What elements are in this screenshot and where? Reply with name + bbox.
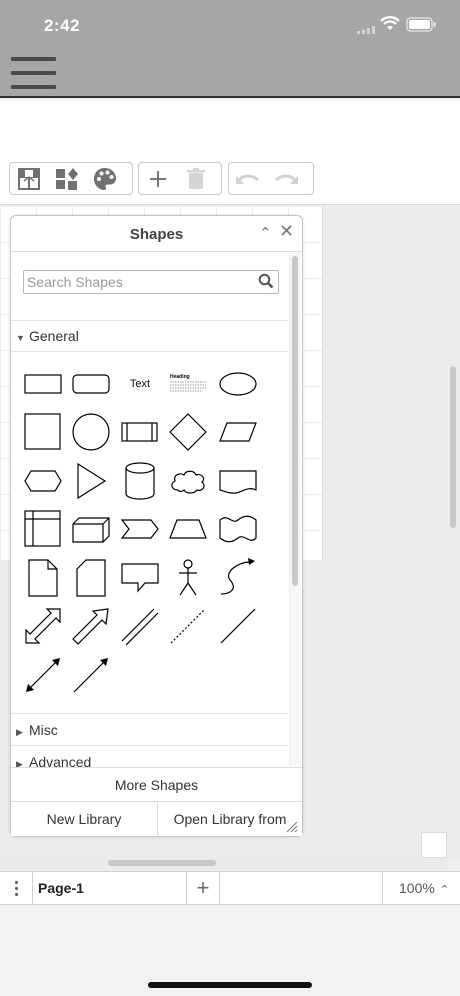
resize-handle-icon[interactable] [285, 820, 298, 833]
delete-button[interactable] [177, 163, 215, 194]
arrow-shape[interactable] [69, 604, 113, 648]
double-line-shape[interactable] [118, 604, 162, 648]
wifi-icon [380, 16, 400, 30]
page-bar: Page-1 + 100% ⌃ [0, 871, 460, 905]
directional-connector-shape[interactable] [69, 653, 113, 697]
collapsed-triangle-icon: ▶ [16, 727, 23, 737]
circle-shape[interactable] [69, 410, 113, 454]
process-shape[interactable] [118, 410, 162, 454]
shapes-button[interactable] [48, 163, 86, 194]
triangle-shape[interactable] [69, 459, 113, 503]
svg-text:Heading: Heading [170, 374, 190, 380]
vertical-scrollbar[interactable] [450, 366, 456, 528]
cellular-signal-icon [357, 26, 375, 34]
shapes-panel: Shapes ⌃ ✕ ▼General Text Heading [10, 215, 303, 837]
battery-icon [406, 17, 436, 32]
more-shapes-button[interactable]: More Shapes [11, 767, 302, 801]
actor-shape[interactable] [166, 556, 210, 600]
close-icon[interactable]: ✕ [279, 221, 294, 242]
zoom-value: 100% [399, 880, 435, 896]
table-shape[interactable] [21, 507, 65, 551]
square-shape[interactable] [21, 410, 65, 454]
new-library-button[interactable]: New Library [11, 801, 158, 836]
card-shape[interactable] [69, 556, 113, 600]
undo-icon [236, 174, 259, 184]
trash-icon [187, 167, 205, 189]
scroll-corner [421, 832, 447, 858]
open-library-button[interactable]: Open Library from [158, 801, 302, 836]
rounded-rectangle-shape[interactable] [69, 362, 113, 406]
line-shape[interactable] [216, 604, 260, 648]
horizontal-scrollbar[interactable] [108, 860, 216, 866]
textbox-shape[interactable]: Heading [166, 362, 210, 406]
shapes-icon [56, 167, 78, 190]
bidirectional-connector-shape[interactable] [21, 653, 65, 697]
palette-button[interactable] [86, 163, 124, 194]
diamond-shape[interactable] [166, 410, 210, 454]
document-shape[interactable] [216, 459, 260, 503]
format-button[interactable] [10, 163, 48, 194]
callout-shape[interactable] [118, 556, 162, 600]
format-icon [18, 167, 40, 190]
add-page-button[interactable]: + [187, 872, 220, 904]
collapse-icon[interactable]: ⌃ [259, 224, 272, 242]
curve-arrow-shape[interactable] [216, 556, 260, 600]
horizontal-scroll-track [0, 858, 448, 870]
add-button[interactable] [139, 163, 177, 194]
redo-icon [275, 174, 298, 184]
hexagon-shape[interactable] [21, 459, 65, 503]
section-misc[interactable]: ▶ Misc [16, 722, 58, 738]
parallelogram-shape[interactable] [216, 410, 260, 454]
palette-icon [94, 167, 116, 190]
cloud-shape[interactable] [166, 459, 210, 503]
rectangle-shape[interactable] [21, 362, 65, 406]
tape-shape[interactable] [216, 507, 260, 551]
expanded-triangle-icon: ▼ [16, 333, 25, 343]
chevron-up-icon: ⌃ [439, 884, 450, 896]
status-time: 2:42 [44, 16, 81, 35]
zoom-control[interactable]: 100% ⌃ [382, 872, 460, 904]
plus-icon [150, 170, 166, 187]
trapezoid-shape[interactable] [166, 507, 210, 551]
search-icon[interactable] [258, 273, 274, 289]
home-indicator[interactable] [148, 982, 312, 988]
cylinder-shape[interactable] [118, 459, 162, 503]
bidirectional-arrow-shape[interactable] [21, 604, 65, 648]
toolbar-area [0, 100, 460, 205]
header-bar: 2:42 [0, 0, 460, 98]
dashed-line-shape[interactable] [166, 604, 210, 648]
redo-button[interactable] [267, 163, 305, 194]
section-general[interactable]: ▼ General [16, 328, 79, 344]
cube-shape[interactable] [69, 507, 113, 551]
step-shape[interactable] [118, 507, 162, 551]
hamburger-menu-icon[interactable] [11, 55, 57, 91]
ellipse-shape[interactable] [216, 362, 260, 406]
undo-button[interactable] [229, 163, 267, 194]
toolbar-group-view [9, 162, 133, 195]
text-shape[interactable]: Text [118, 362, 162, 406]
page-menu-icon[interactable] [0, 872, 33, 904]
search-shapes-input[interactable] [23, 270, 279, 294]
page-tab[interactable]: Page-1 [33, 872, 187, 904]
note-shape[interactable] [21, 556, 65, 600]
toolbar-group-history [228, 162, 314, 195]
toolbar-group-edit [138, 162, 222, 195]
panel-scrollbar[interactable] [292, 256, 298, 586]
